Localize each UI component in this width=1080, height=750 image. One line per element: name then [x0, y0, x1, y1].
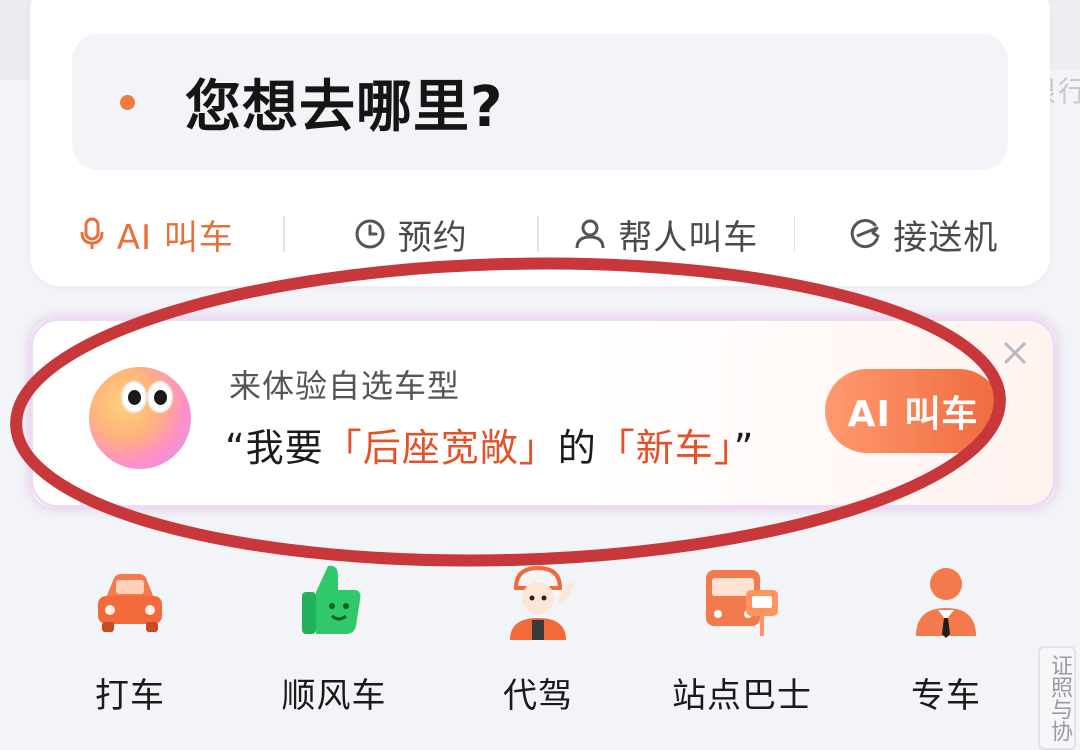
ride-search-card: 您想去哪里? AI 叫车 预约 帮人叫车 接送机 — [30, 0, 1050, 286]
service-station-bus[interactable]: 站点巴士 — [640, 560, 844, 730]
promo-middle-text: 的 — [557, 426, 597, 470]
ai-mascot-avatar — [89, 367, 191, 469]
service-label: 专车 — [911, 676, 981, 716]
quick-action-reserve[interactable]: 预约 — [285, 206, 538, 262]
promo-highlight-rear-seat: 「后座宽敞」 — [323, 426, 558, 470]
promo-quote-open: “我要 — [225, 426, 324, 470]
service-designated-driver[interactable]: 代驾 — [436, 560, 640, 730]
service-label: 站点巴士 — [672, 676, 812, 716]
promo-subtitle: 来体验自选车型 — [229, 367, 461, 405]
airplane-icon — [850, 219, 881, 249]
background-panel-right — [1046, 0, 1080, 70]
service-label: 打车 — [95, 676, 165, 716]
ai-promo-banner[interactable]: 来体验自选车型 “我要「后座宽敞」的「新车」” AI 叫车 — [30, 318, 1056, 508]
destination-search-box[interactable]: 您想去哪里? — [72, 34, 1008, 170]
services-row: 打车 顺风车 代驾 站点巴士 专车 — [28, 560, 1048, 730]
chauffeur-icon — [916, 568, 976, 638]
service-label: 代驾 — [503, 676, 573, 716]
quick-action-label: 帮人叫车 — [618, 217, 759, 258]
service-taxi[interactable]: 打车 — [28, 560, 232, 730]
quick-action-label: 接送机 — [893, 217, 999, 258]
bus-icon — [706, 570, 778, 636]
promo-highlight-new-car: 「新车」 — [596, 426, 734, 470]
destination-dot-icon — [120, 94, 135, 110]
quick-action-ai-call[interactable]: AI 叫车 — [30, 206, 283, 262]
quick-action-call-for-others[interactable]: 帮人叫车 — [539, 206, 794, 262]
microphone-icon — [80, 217, 104, 249]
quick-actions-row: AI 叫车 预约 帮人叫车 接送机 — [30, 206, 1050, 262]
car-icon — [98, 574, 162, 632]
quick-action-label: AI 叫车 — [116, 217, 234, 258]
mascot-eye — [121, 381, 147, 413]
ai-call-button[interactable]: AI 叫车 — [825, 369, 1001, 453]
service-carpool[interactable]: 顺风车 — [232, 560, 436, 730]
mascot-eye — [147, 381, 173, 413]
quick-action-airport[interactable]: 接送机 — [795, 206, 1050, 262]
driver-icon — [510, 565, 574, 640]
service-premium-car[interactable]: 专车 — [844, 560, 1048, 730]
thumbs-up-icon — [302, 565, 361, 634]
service-label: 顺风车 — [281, 676, 387, 716]
close-icon[interactable] — [997, 335, 1033, 371]
quick-action-label: 预约 — [397, 217, 468, 258]
license-agreement-tab[interactable]: 证照与协 — [1038, 646, 1076, 750]
clock-icon — [355, 219, 385, 249]
person-icon — [575, 219, 605, 249]
promo-quote-close: ” — [733, 426, 755, 470]
promo-message: “我要「后座宽敞」的「新车」” — [225, 417, 754, 472]
destination-placeholder: 您想去哪里? — [185, 74, 504, 140]
